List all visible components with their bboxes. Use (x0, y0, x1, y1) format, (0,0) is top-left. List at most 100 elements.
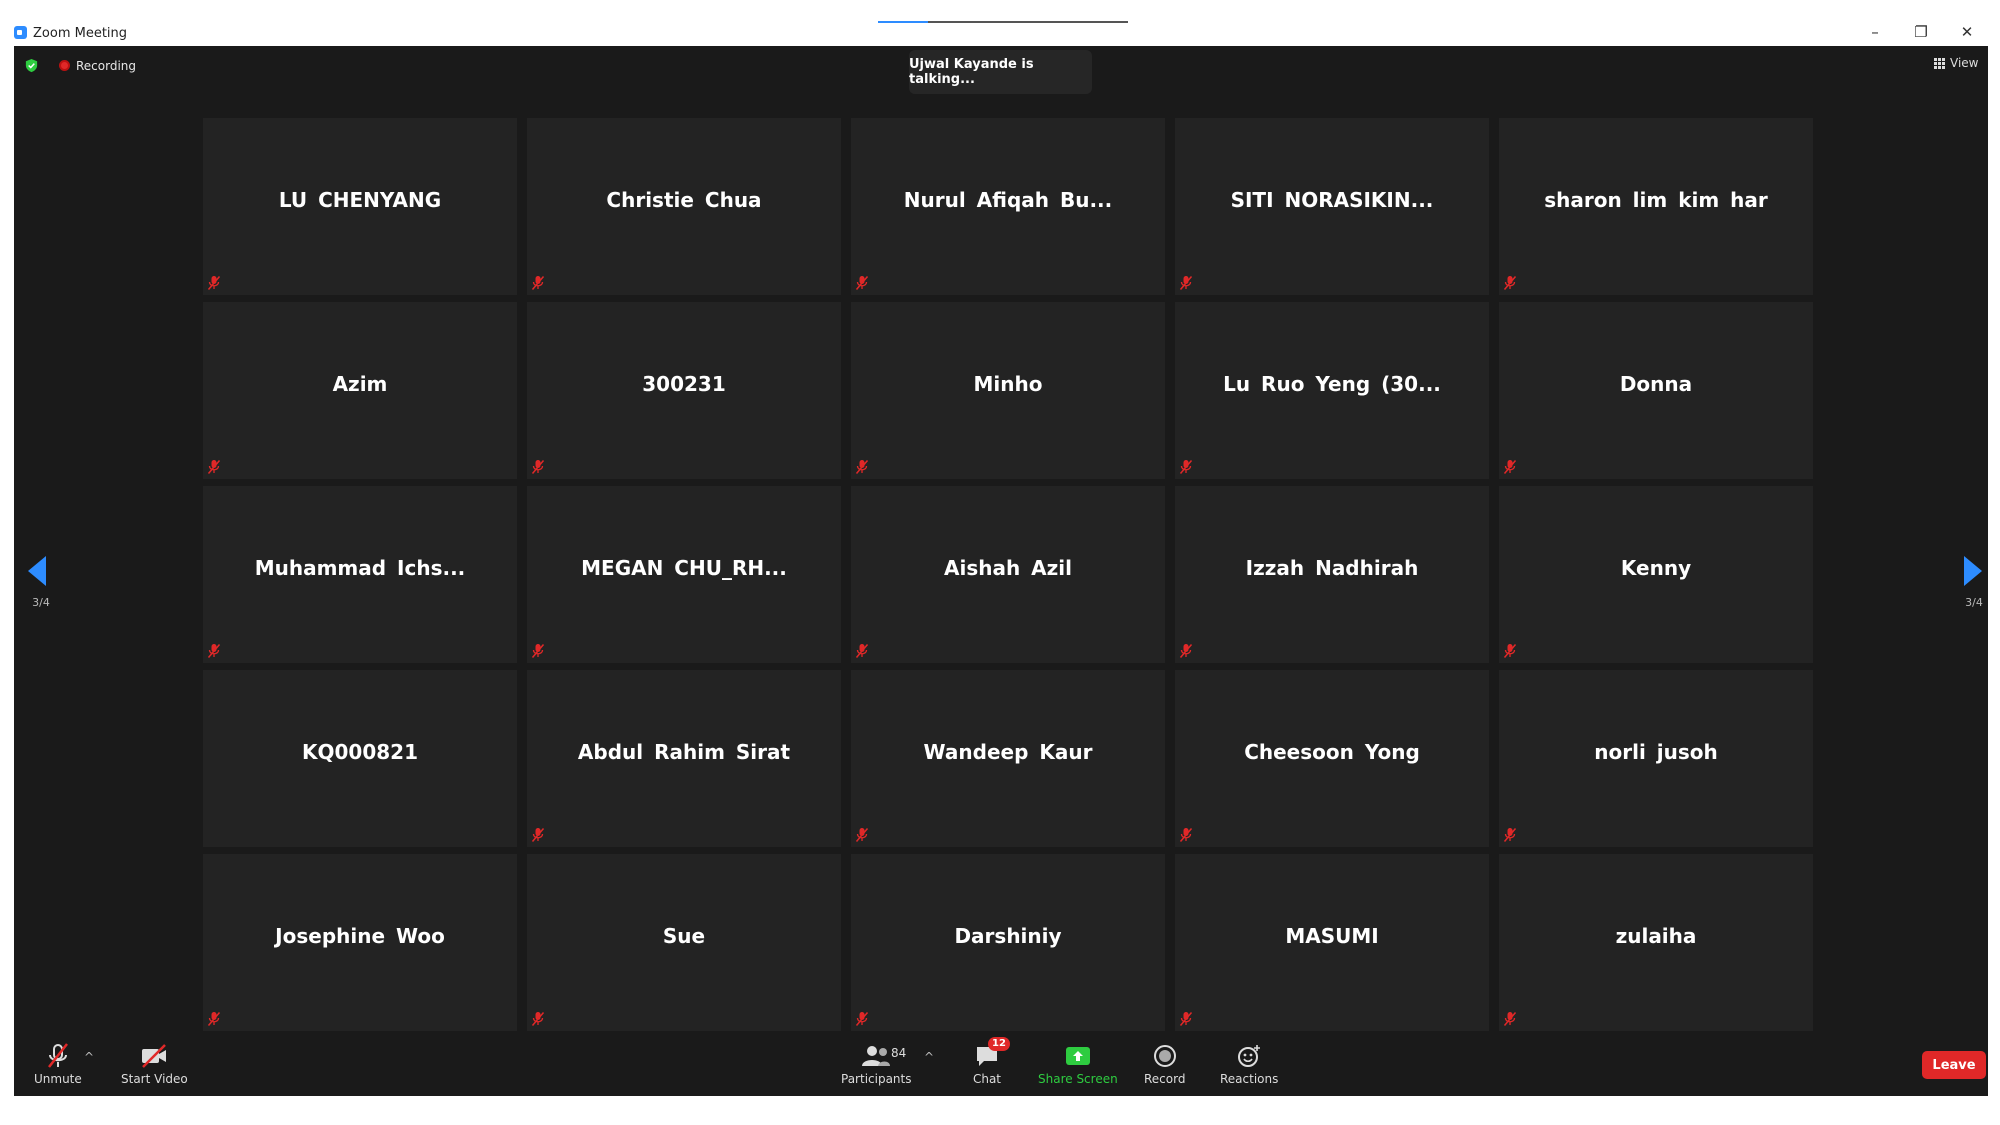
close-window-button[interactable]: ✕ (1944, 18, 1990, 46)
muted-microphone-icon (207, 1011, 221, 1027)
muted-microphone-icon (531, 827, 545, 843)
leave-button[interactable]: Leave (1922, 1051, 1986, 1079)
participant-tile[interactable]: Minho (851, 302, 1165, 479)
participant-tile[interactable]: Abdul Rahim Sirat (527, 670, 841, 847)
loading-bar (878, 21, 1128, 23)
participant-grid: LU CHENYANG Christie Chua Nurul Afiqah Bu.… (203, 118, 1813, 1031)
maximize-button[interactable]: ❐ (1898, 18, 1944, 46)
previous-page-arrow-icon[interactable] (28, 556, 46, 586)
participant-tile[interactable]: Darshiniy (851, 854, 1165, 1031)
shield-icon[interactable] (24, 58, 39, 73)
participant-name: LU CHENYANG (278, 188, 442, 212)
participant-name: Kenny (1620, 556, 1692, 580)
participant-tile[interactable]: Wandeep Kaur (851, 670, 1165, 847)
muted-microphone-icon (1179, 827, 1193, 843)
participant-tile[interactable]: Muhammad Ichs... (203, 486, 517, 663)
start-video-label: Start Video (121, 1072, 188, 1086)
meeting-status-bar: Recording (24, 58, 136, 73)
audio-options-caret-icon[interactable]: ^ (84, 1050, 94, 1064)
participant-tile[interactable]: norli jusoh (1499, 670, 1813, 847)
participant-name: Minho (973, 372, 1043, 396)
participant-tile[interactable]: Kenny (1499, 486, 1813, 663)
muted-microphone-icon (207, 643, 221, 659)
participants-icon (862, 1046, 891, 1066)
active-speaker-notice: Ujwal Kayande is talking... (909, 50, 1092, 94)
participant-tile[interactable]: Nurul Afiqah Bu... (851, 118, 1165, 295)
muted-microphone-icon (855, 827, 869, 843)
meeting-toolbar: Unmute ^ Start Video Participants 84 ^ 1… (14, 1036, 1988, 1096)
participants-label: Participants (841, 1072, 912, 1086)
share-screen-button[interactable]: Share Screen (1038, 1042, 1118, 1086)
minimize-button[interactable]: – (1852, 18, 1898, 46)
participant-tile[interactable]: zulaiha (1499, 854, 1813, 1031)
participant-name: zulaiha (1615, 924, 1697, 948)
reactions-button[interactable]: Reactions (1220, 1042, 1278, 1086)
participant-name: Cheesoon Yong (1244, 740, 1420, 764)
participant-name: MASUMI (1285, 924, 1379, 948)
zoom-logo-icon (14, 26, 27, 39)
muted-microphone-icon (531, 459, 545, 475)
muted-microphone-icon (531, 643, 545, 659)
participant-tile[interactable]: Aishah Azil (851, 486, 1165, 663)
muted-microphone-icon (47, 1043, 68, 1068)
participant-tile[interactable]: sharon lim kim har (1499, 118, 1813, 295)
muted-microphone-icon (1179, 643, 1193, 659)
next-page-arrow-icon[interactable] (1964, 556, 1982, 586)
participant-name: Abdul Rahim Sirat (577, 740, 791, 764)
unmute-button[interactable]: Unmute (34, 1042, 82, 1086)
participant-tile[interactable]: Azim (203, 302, 517, 479)
participant-name: SITI NORASIKIN... (1230, 188, 1434, 212)
muted-microphone-icon (207, 275, 221, 291)
participants-options-caret-icon[interactable]: ^ (924, 1050, 934, 1064)
participant-name: KQ000821 (302, 740, 418, 764)
loading-bar-fill (878, 21, 928, 23)
record-label: Record (1144, 1072, 1186, 1086)
participant-name: Josephine Woo (275, 924, 445, 948)
recording-label: Recording (76, 58, 137, 73)
participant-tile[interactable]: Cheesoon Yong (1175, 670, 1489, 847)
muted-microphone-icon (531, 275, 545, 291)
chat-label: Chat (972, 1072, 1002, 1086)
participants-count: 84 (891, 1046, 907, 1060)
meeting-area: Recording Ujwal Kayande is talking... Vi… (14, 46, 1988, 1096)
recording-indicator[interactable]: Recording (59, 59, 136, 73)
participant-name: MEGAN CHU_RH... (581, 556, 787, 580)
participant-name: 300231 (642, 372, 726, 396)
video-off-icon (142, 1044, 167, 1068)
participant-tile[interactable]: Sue (527, 854, 841, 1031)
record-button[interactable]: Record (1144, 1042, 1185, 1086)
muted-microphone-icon (1179, 1011, 1193, 1027)
participant-name: Sue (662, 924, 706, 948)
participant-name: Izzah Nadhirah (1245, 556, 1419, 580)
participant-name: Christie Chua (606, 188, 762, 212)
participant-tile[interactable]: Izzah Nadhirah (1175, 486, 1489, 663)
participant-name: Darshiniy (954, 924, 1062, 948)
participant-tile[interactable]: Josephine Woo (203, 854, 517, 1031)
participant-tile[interactable]: Lu Ruo Yeng (30... (1175, 302, 1489, 479)
record-dot-icon (59, 60, 70, 71)
muted-microphone-icon (1179, 275, 1193, 291)
view-label: View (1950, 56, 1979, 70)
participant-name: Lu Ruo Yeng (30... (1223, 372, 1441, 396)
muted-microphone-icon (1503, 1011, 1517, 1027)
start-video-button[interactable]: Start Video (121, 1042, 188, 1086)
chat-button[interactable]: 12 Chat (970, 1037, 1010, 1086)
muted-microphone-icon (1503, 275, 1517, 291)
participant-tile[interactable]: Donna (1499, 302, 1813, 479)
muted-microphone-icon (855, 1011, 869, 1027)
share-screen-label: Share Screen (1038, 1072, 1118, 1086)
page-indicator-left: 3/4 (32, 596, 50, 609)
view-button[interactable]: View (1934, 56, 1978, 70)
participant-tile[interactable]: Christie Chua (527, 118, 841, 295)
participant-tile[interactable]: KQ000821 (203, 670, 517, 847)
muted-microphone-icon (531, 1011, 545, 1027)
participant-tile[interactable]: MASUMI (1175, 854, 1489, 1031)
participant-name: Azim (332, 372, 388, 396)
window-title: Zoom Meeting (33, 26, 128, 41)
muted-microphone-icon (1179, 459, 1193, 475)
participant-tile[interactable]: MEGAN CHU_RH... (527, 486, 841, 663)
participant-tile[interactable]: LU CHENYANG (203, 118, 517, 295)
participant-tile[interactable]: SITI NORASIKIN... (1175, 118, 1489, 295)
participant-tile[interactable]: 300231 (527, 302, 841, 479)
chat-icon-wrapper: 12 (970, 1037, 1010, 1070)
